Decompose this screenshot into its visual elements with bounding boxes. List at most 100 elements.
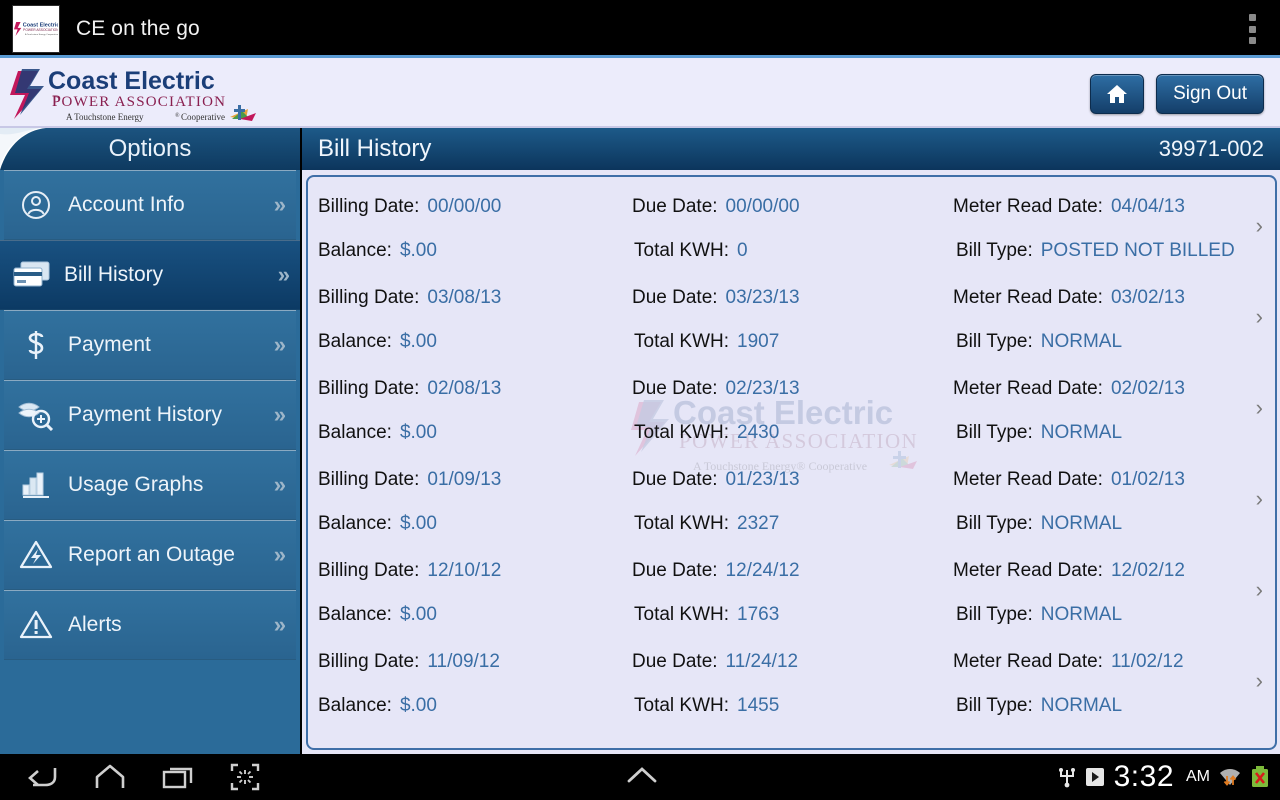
meter-read-date-value: 02/02/13 bbox=[1110, 378, 1185, 399]
sidebar-item-payment-history[interactable]: Payment History » bbox=[4, 380, 296, 450]
billing-date-field: Billing Date: 03/08/13 bbox=[318, 287, 501, 309]
row-chevron-icon[interactable]: › bbox=[1256, 670, 1263, 692]
screenshot-icon[interactable] bbox=[230, 763, 260, 791]
sidebar-item-payment[interactable]: Payment » bbox=[4, 310, 296, 380]
bill-history-list[interactable]: Coast Electric POWER ASSOCIATION A Touch… bbox=[306, 175, 1277, 750]
total-kwh-label: Total KWH: bbox=[634, 422, 730, 443]
meter-read-date-label: Meter Read Date: bbox=[953, 651, 1103, 672]
balance-field: Balance: $.00 bbox=[318, 604, 437, 626]
row-chevron-icon[interactable]: › bbox=[1256, 306, 1263, 328]
nav-buttons bbox=[24, 763, 260, 791]
due-date-label: Due Date: bbox=[632, 196, 718, 217]
due-date-field: Due Date: 03/23/13 bbox=[632, 287, 800, 309]
sidebar-item-label: Report an Outage bbox=[68, 543, 235, 566]
billing-date-value: 00/00/00 bbox=[427, 196, 502, 217]
home-button[interactable] bbox=[1090, 74, 1145, 114]
total-kwh-field: Total KWH: 1907 bbox=[634, 331, 779, 353]
status-clock: 3:32 bbox=[1113, 760, 1174, 793]
due-date-field: Due Date: 11/24/12 bbox=[632, 651, 798, 673]
svg-text:POWER ASSOCIATION: POWER ASSOCIATION bbox=[52, 94, 226, 110]
total-kwh-value: 2430 bbox=[737, 422, 780, 443]
balance-label: Balance: bbox=[318, 513, 392, 534]
battery-error-icon bbox=[1252, 766, 1268, 787]
due-date-field: Due Date: 01/23/13 bbox=[632, 469, 800, 491]
meter-read-date-field: Meter Read Date: 01/02/13 bbox=[953, 469, 1185, 491]
sidebar-header: Options bbox=[0, 128, 300, 170]
bill-row[interactable]: Billing Date: 02/08/13 Due Date: 02/23/13 Me… bbox=[308, 359, 1275, 450]
sidebar-item-usage-graphs[interactable]: Usage Graphs » bbox=[4, 450, 296, 520]
sidebar: Options Account Info» Bill History» Paymen… bbox=[0, 128, 300, 754]
sidebar-item-bill-history[interactable]: Bill History » bbox=[0, 240, 300, 310]
meter-read-date-field: Meter Read Date: 04/04/13 bbox=[953, 196, 1185, 218]
total-kwh-field: Total KWH: 2327 bbox=[634, 513, 779, 535]
meter-read-date-value: 01/02/13 bbox=[1110, 469, 1185, 490]
balance-field: Balance: $.00 bbox=[318, 422, 437, 444]
chevron-right-icon: » bbox=[273, 192, 286, 217]
bill-type-label: Bill Type: bbox=[956, 513, 1033, 534]
balance-label: Balance: bbox=[318, 604, 392, 625]
chevron-up-icon[interactable] bbox=[626, 764, 658, 786]
total-kwh-field: Total KWH: 1455 bbox=[634, 695, 779, 717]
bill-row[interactable]: Billing Date: 03/08/13 Due Date: 03/23/13 Me… bbox=[308, 268, 1275, 359]
android-nav-bar: 3:32 AM bbox=[0, 754, 1280, 800]
sidebar-item-label: Bill History bbox=[64, 263, 164, 286]
bar-chart-icon bbox=[4, 469, 68, 501]
total-kwh-label: Total KWH: bbox=[634, 240, 730, 261]
credit-card-icon bbox=[0, 260, 64, 290]
sidebar-item-account-info[interactable]: Account Info » bbox=[4, 170, 296, 240]
back-icon[interactable] bbox=[24, 764, 58, 790]
row-chevron-icon[interactable]: › bbox=[1256, 215, 1263, 237]
balance-value: $.00 bbox=[399, 331, 437, 352]
bill-type-field: Bill Type: NORMAL bbox=[956, 422, 1122, 444]
svg-text:A Touchstone Energy Cooperativ: A Touchstone Energy Cooperative bbox=[25, 33, 58, 36]
bill-rows-container: Billing Date: 00/00/00 Due Date: 00/00/00 Me… bbox=[308, 177, 1275, 723]
sidebar-item-label: Payment History bbox=[68, 403, 223, 426]
balance-field: Balance: $.00 bbox=[318, 240, 437, 262]
screen-root: Coast Electric POWER ASSOCIATION A Touch… bbox=[0, 0, 1280, 800]
billing-date-value: 03/08/13 bbox=[427, 287, 502, 308]
bill-row[interactable]: Billing Date: 11/09/12 Due Date: 11/24/12 Me… bbox=[308, 632, 1275, 723]
chevron-right-icon: » bbox=[273, 402, 286, 427]
bill-type-label: Bill Type: bbox=[956, 604, 1033, 625]
sidebar-item-report-an-outage[interactable]: Report an Outage » bbox=[4, 520, 296, 590]
row-chevron-icon[interactable]: › bbox=[1256, 397, 1263, 419]
bill-type-label: Bill Type: bbox=[956, 331, 1033, 352]
total-kwh-label: Total KWH: bbox=[634, 513, 730, 534]
svg-text:POWER ASSOCIATION: POWER ASSOCIATION bbox=[23, 27, 58, 31]
svg-text:A Touchstone Energy: A Touchstone Energy bbox=[66, 112, 144, 122]
bill-row[interactable]: Billing Date: 01/09/13 Due Date: 01/23/13 Me… bbox=[308, 450, 1275, 541]
meter-read-date-label: Meter Read Date: bbox=[953, 196, 1103, 217]
sidebar-item-alerts[interactable]: Alerts » bbox=[4, 590, 296, 660]
meter-read-date-field: Meter Read Date: 03/02/13 bbox=[953, 287, 1185, 309]
status-icons: 3:32 AM bbox=[1058, 754, 1270, 800]
meter-read-date-field: Meter Read Date: 11/02/12 bbox=[953, 651, 1184, 673]
billing-date-value: 01/09/13 bbox=[427, 469, 502, 490]
sign-out-button[interactable]: Sign Out bbox=[1156, 74, 1264, 114]
billing-date-value: 11/09/12 bbox=[427, 651, 500, 672]
row-chevron-icon[interactable]: › bbox=[1256, 579, 1263, 601]
meter-read-date-value: 12/02/12 bbox=[1110, 560, 1185, 581]
due-date-field: Due Date: 02/23/13 bbox=[632, 378, 800, 400]
billing-date-label: Billing Date: bbox=[318, 469, 420, 490]
meter-read-date-field: Meter Read Date: 12/02/12 bbox=[953, 560, 1185, 582]
due-date-field: Due Date: 00/00/00 bbox=[632, 196, 800, 218]
total-kwh-value: 1455 bbox=[737, 695, 780, 716]
overflow-menu-icon[interactable] bbox=[1246, 11, 1258, 47]
sidebar-item-label: Payment bbox=[68, 333, 151, 356]
total-kwh-field: Total KWH: 1763 bbox=[634, 604, 779, 626]
content-header: Bill History 39971-002 bbox=[302, 128, 1280, 170]
total-kwh-label: Total KWH: bbox=[634, 695, 730, 716]
meter-read-date-value: 03/02/13 bbox=[1110, 287, 1185, 308]
due-date-value: 11/24/12 bbox=[725, 651, 799, 672]
bill-row[interactable]: Billing Date: 00/00/00 Due Date: 00/00/00 Me… bbox=[308, 177, 1275, 268]
total-kwh-value: 2327 bbox=[737, 513, 780, 534]
row-chevron-icon[interactable]: › bbox=[1256, 488, 1263, 510]
recent-apps-icon[interactable] bbox=[162, 764, 194, 790]
balance-value: $.00 bbox=[399, 604, 437, 625]
total-kwh-value: 1763 bbox=[737, 604, 780, 625]
home-icon[interactable] bbox=[94, 764, 126, 790]
balance-label: Balance: bbox=[318, 422, 392, 443]
person-circle-icon bbox=[4, 189, 68, 221]
sign-out-label: Sign Out bbox=[1173, 83, 1247, 104]
bill-row[interactable]: Billing Date: 12/10/12 Due Date: 12/24/12 Me… bbox=[308, 541, 1275, 632]
